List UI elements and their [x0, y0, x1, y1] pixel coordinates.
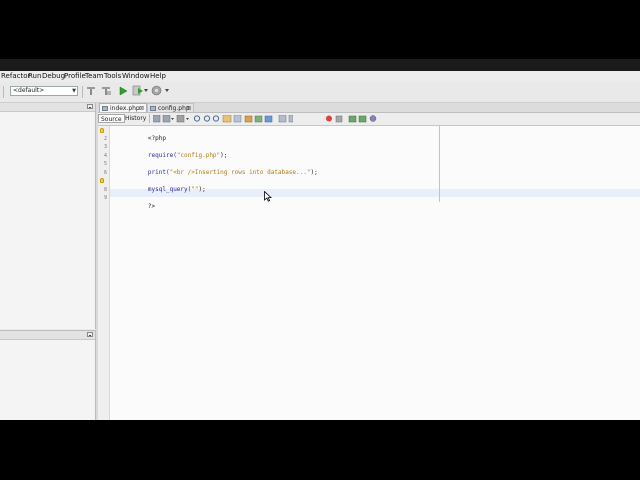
line-number: 5 — [103, 161, 107, 167]
macro-and-comment-icons[interactable] — [325, 115, 380, 123]
hint-bulb-icon[interactable] — [100, 178, 104, 183]
source-view-button[interactable]: Source — [98, 114, 125, 123]
configuration-select[interactable]: <default> ▼ — [10, 86, 78, 96]
tab-label: config.php — [158, 105, 190, 112]
chevron-down-icon: ▼ — [72, 88, 76, 94]
code-line-9: ?> — [119, 195, 155, 219]
toolbar-separator — [82, 86, 83, 98]
code-string: "<br />Inserting rows into database..." — [169, 169, 311, 176]
php-file-icon — [150, 106, 156, 111]
history-view-button[interactable]: History — [123, 114, 148, 123]
right-margin-guide — [439, 126, 440, 202]
editor-toolbar: Source History — [98, 113, 640, 126]
main-toolbar: <default> ▼ — [0, 82, 640, 103]
minimize-icon[interactable] — [87, 104, 93, 109]
netbeans-ide-window: Refactor Run Debug Profile Team Tools Wi… — [0, 71, 640, 420]
menu-refactor[interactable]: Refactor — [1, 72, 30, 80]
tab-index-php[interactable]: index.php ⊠ — [99, 103, 147, 112]
profile-icon[interactable] — [151, 85, 162, 96]
menu-tools[interactable]: Tools — [104, 72, 121, 80]
hint-bulb-icon[interactable] — [100, 128, 104, 133]
php-open-tag: <?php — [147, 135, 166, 142]
php-close-tag: ?> — [147, 203, 156, 210]
close-icon[interactable]: ⊠ — [186, 104, 191, 113]
minimize-icon[interactable] — [87, 332, 93, 337]
menu-run[interactable]: Run — [28, 72, 41, 80]
tab-label: index.php — [110, 105, 140, 112]
mouse-pointer-icon — [264, 191, 272, 202]
chevron-down-icon[interactable] — [144, 88, 149, 93]
menu-window[interactable]: Window — [122, 72, 150, 80]
navigator-panel-header — [0, 331, 95, 340]
line-number-gutter: 2 3 4 5 6 8 9 — [98, 126, 110, 420]
line-number: 6 — [103, 170, 107, 176]
navigator-panel — [0, 330, 96, 420]
clean-build-icon[interactable] — [86, 86, 96, 96]
toolbar-separator — [149, 114, 150, 123]
code-editor[interactable]: <?php require("config.php"); print("<br … — [110, 126, 640, 420]
code-function: require( — [147, 152, 177, 159]
menu-debug[interactable]: Debug — [42, 72, 65, 80]
projects-panel — [0, 103, 96, 329]
code-function: print( — [147, 169, 170, 176]
line-number: 9 — [103, 195, 107, 201]
configuration-value: <default> — [13, 87, 45, 94]
editor-area: index.php ⊠ config.php ⊠ Source History — [98, 103, 640, 420]
menu-team[interactable]: Team — [85, 72, 104, 80]
code-string: "" — [191, 186, 199, 193]
code-punct: ); — [198, 186, 206, 193]
line-number: 2 — [103, 136, 107, 142]
build-icon[interactable] — [101, 86, 112, 96]
code-string: "config.php" — [176, 152, 221, 159]
editor-tab-bar: index.php ⊠ config.php ⊠ — [98, 103, 640, 113]
code-function: mysql_query( — [147, 186, 192, 193]
line-number: 3 — [103, 144, 107, 150]
line-number: 4 — [103, 153, 107, 159]
projects-panel-header — [0, 103, 95, 112]
chevron-down-icon[interactable] — [165, 88, 170, 93]
toolbar-separator — [3, 86, 4, 98]
run-icon[interactable] — [118, 86, 128, 96]
debug-icon[interactable] — [132, 85, 144, 96]
editor-action-icons[interactable] — [153, 115, 293, 123]
php-file-icon — [102, 106, 108, 111]
tab-config-php[interactable]: config.php ⊠ — [147, 103, 194, 112]
menu-help[interactable]: Help — [150, 72, 166, 80]
menu-bar: Refactor Run Debug Profile Team Tools Wi… — [0, 71, 640, 82]
menu-profile[interactable]: Profile — [64, 72, 86, 80]
line-number: 8 — [103, 187, 107, 193]
screen-top-strip — [0, 59, 640, 71]
code-punct: ); — [310, 169, 318, 176]
close-icon[interactable]: ⊠ — [139, 104, 144, 113]
code-punct: ); — [220, 152, 228, 159]
